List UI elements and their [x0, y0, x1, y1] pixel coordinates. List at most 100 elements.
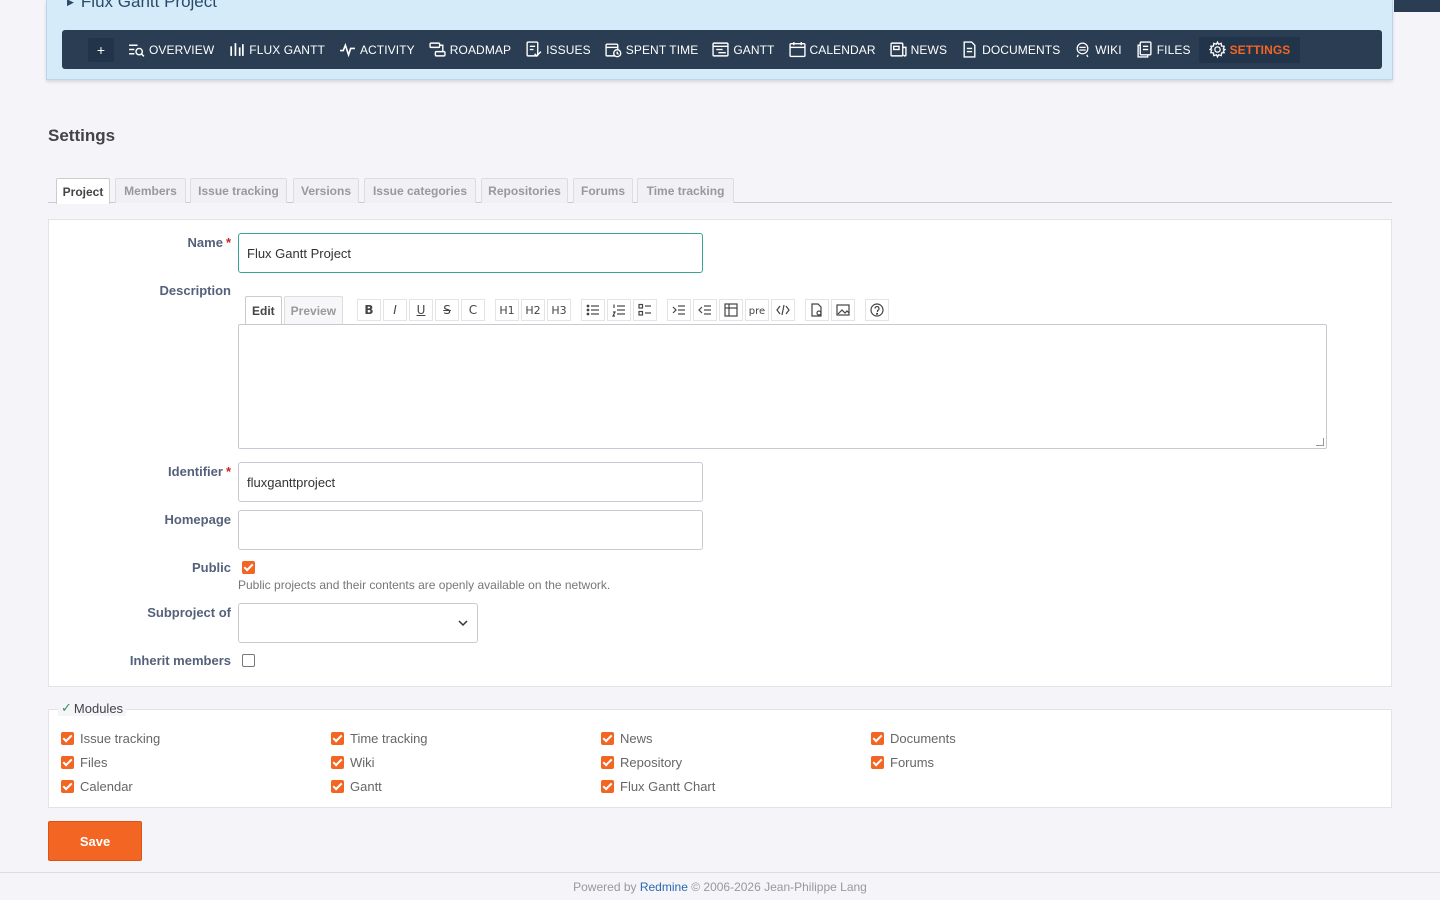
module-issue-tracking[interactable]: Issue tracking — [61, 731, 160, 746]
heading2-button[interactable]: H2 — [521, 299, 545, 321]
homepage-field[interactable] — [238, 510, 703, 550]
indent-icon — [672, 305, 685, 315]
documents-icon — [963, 41, 976, 58]
module-checkbox[interactable] — [601, 756, 614, 769]
public-label: Public — [191, 560, 231, 575]
wiki-link-button[interactable] — [805, 299, 829, 321]
code-icon — [776, 304, 790, 316]
bold-button[interactable]: B — [357, 299, 381, 321]
italic-button[interactable]: I — [383, 299, 407, 321]
menu-spent-time[interactable]: SPENT TIME — [599, 37, 705, 63]
description-label: Description — [159, 283, 231, 298]
public-checkbox[interactable] — [242, 561, 255, 574]
tab-versions[interactable]: Versions — [293, 178, 359, 203]
menu-issues-label: ISSUES — [546, 42, 591, 57]
identifier-field[interactable]: fluxganttproject — [238, 462, 703, 502]
module-flux-gantt-chart[interactable]: Flux Gantt Chart — [601, 779, 715, 794]
unordered-list-button[interactable] — [581, 299, 605, 321]
menu-flux-gantt-label: FLUX GANTT — [249, 42, 325, 57]
save-button[interactable]: Save — [48, 821, 142, 861]
menu-roadmap[interactable]: ROADMAP — [423, 37, 517, 63]
menu-gantt[interactable]: GANTT — [706, 37, 780, 63]
menu-activity[interactable]: ACTIVITY — [333, 37, 421, 63]
modules-legend-label: Modules — [73, 700, 124, 716]
task-list-button[interactable] — [633, 299, 657, 321]
project-header: ▶ Flux Gantt Project + OVERVIEW FLUX GAN… — [46, 0, 1393, 80]
help-button[interactable] — [865, 299, 889, 321]
footer: Powered by Redmine © 2006-2026 Jean-Phil… — [0, 872, 1440, 900]
menu-settings[interactable]: SETTINGS — [1198, 36, 1301, 63]
outdent-button[interactable] — [693, 299, 717, 321]
project-title[interactable]: ▶ Flux Gantt Project — [67, 0, 217, 12]
new-object-button[interactable]: + — [88, 37, 114, 62]
tab-repositories[interactable]: Repositories — [481, 178, 568, 203]
menu-files[interactable]: FILES — [1130, 37, 1197, 63]
subproject-select[interactable] — [238, 603, 478, 643]
module-checkbox[interactable] — [61, 780, 74, 793]
module-wiki[interactable]: Wiki — [331, 755, 375, 770]
module-checkbox[interactable] — [61, 732, 74, 745]
module-checkbox[interactable] — [871, 732, 884, 745]
indent-button[interactable] — [667, 299, 691, 321]
module-gantt[interactable]: Gantt — [331, 779, 382, 794]
inline-code-button[interactable]: C — [461, 299, 485, 321]
tab-issue-tracking[interactable]: Issue tracking — [190, 178, 287, 203]
module-label: Wiki — [350, 755, 375, 770]
footer-powered: Powered by — [573, 880, 637, 894]
module-forums[interactable]: Forums — [871, 755, 934, 770]
tab-preview[interactable]: Preview — [283, 296, 344, 324]
menu-overview[interactable]: OVERVIEW — [122, 37, 220, 63]
code-highlight-button[interactable] — [771, 299, 795, 321]
module-checkbox[interactable] — [61, 756, 74, 769]
heading1-button[interactable]: H1 — [495, 299, 519, 321]
issues-icon — [526, 41, 542, 57]
image-button[interactable] — [831, 299, 855, 321]
module-label: Files — [80, 755, 108, 770]
module-calendar[interactable]: Calendar — [61, 779, 133, 794]
menu-gantt-label: GANTT — [733, 42, 775, 57]
menu-flux-gantt[interactable]: FLUX GANTT — [222, 37, 331, 63]
tab-issue-categories[interactable]: Issue categories — [364, 178, 476, 203]
module-news[interactable]: News — [601, 731, 653, 746]
menu-wiki[interactable]: WIKI — [1068, 37, 1127, 63]
module-checkbox[interactable] — [871, 756, 884, 769]
module-checkbox[interactable] — [601, 780, 614, 793]
calendar-icon — [788, 42, 806, 58]
menu-overview-label: OVERVIEW — [149, 42, 215, 57]
subproject-label: Subproject of — [147, 605, 231, 620]
name-field[interactable]: Flux Gantt Project — [238, 233, 703, 273]
menu-news[interactable]: NEWS — [884, 37, 953, 63]
tab-members[interactable]: Members — [115, 178, 186, 203]
underline-button[interactable]: U — [409, 299, 433, 321]
module-repository[interactable]: Repository — [601, 755, 682, 770]
module-time-tracking[interactable]: Time tracking — [331, 731, 428, 746]
news-icon — [890, 42, 907, 57]
module-checkbox[interactable] — [601, 732, 614, 745]
module-checkbox[interactable] — [331, 732, 344, 745]
resize-handle[interactable] — [1316, 438, 1324, 446]
bar-chart-icon — [230, 43, 244, 56]
menu-calendar[interactable]: CALENDAR — [783, 37, 882, 63]
module-checkbox[interactable] — [331, 756, 344, 769]
check-icon: ✓ — [61, 700, 72, 715]
pre-button[interactable]: pre — [745, 299, 769, 321]
inherit-members-checkbox[interactable] — [242, 654, 255, 667]
tab-project[interactable]: Project — [56, 178, 110, 204]
ordered-list-button[interactable] — [607, 299, 631, 321]
menu-documents[interactable]: DOCUMENTS — [955, 37, 1066, 63]
strike-button[interactable]: S — [435, 299, 459, 321]
tab-forums[interactable]: Forums — [573, 178, 633, 203]
tab-time-tracking[interactable]: Time tracking — [637, 178, 734, 203]
description-textarea[interactable] — [238, 324, 1327, 449]
tab-edit[interactable]: Edit — [245, 296, 282, 324]
module-files[interactable]: Files — [61, 755, 107, 770]
menu-issues[interactable]: ISSUES — [519, 37, 597, 63]
heading3-button[interactable]: H3 — [547, 299, 571, 321]
module-documents[interactable]: Documents — [871, 731, 956, 746]
module-label: News — [620, 731, 653, 746]
table-button[interactable] — [719, 299, 743, 321]
modules-legend[interactable]: ✓ Modules — [58, 700, 127, 716]
settings-tabs: Project Members Issue tracking Versions … — [48, 178, 1392, 204]
redmine-link[interactable]: Redmine — [640, 880, 688, 894]
module-checkbox[interactable] — [331, 780, 344, 793]
